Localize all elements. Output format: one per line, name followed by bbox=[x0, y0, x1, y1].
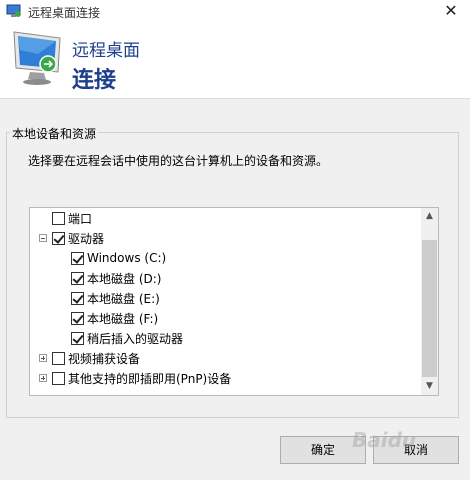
collapse-icon[interactable] bbox=[39, 234, 47, 242]
banner-title-line1: 远程桌面 bbox=[72, 41, 140, 61]
tree-item-label: 视频捕获设备 bbox=[68, 351, 141, 366]
window-title: 远程桌面连接 bbox=[28, 6, 101, 20]
checkbox[interactable] bbox=[71, 331, 84, 345]
tree-item-later-drives[interactable]: 稍后插入的驱动器 bbox=[71, 329, 183, 347]
title-bar: 远程桌面连接 ✕ bbox=[0, 0, 470, 22]
checkbox[interactable] bbox=[52, 371, 65, 385]
device-tree[interactable]: 端口 驱动器 Windows (C:) 本地磁盘 (D:) 本地磁盘 (E:) … bbox=[29, 207, 439, 396]
tree-item-label: 其他支持的即插即用(PnP)设备 bbox=[68, 371, 232, 386]
monitor-icon bbox=[8, 28, 66, 88]
expand-icon[interactable] bbox=[39, 374, 47, 382]
tree-item-label: 驱动器 bbox=[68, 231, 105, 246]
scroll-thumb[interactable] bbox=[422, 240, 437, 377]
tree-item-label: 本地磁盘 (E:) bbox=[87, 291, 160, 306]
tree-item-drives[interactable]: 驱动器 bbox=[39, 229, 104, 247]
banner-title-line2: 连接 bbox=[72, 68, 117, 93]
checkbox[interactable] bbox=[52, 211, 65, 225]
tree-item-drive-e[interactable]: 本地磁盘 (E:) bbox=[71, 289, 160, 307]
tree-item-label: 稍后插入的驱动器 bbox=[87, 331, 184, 346]
header-banner: 远程桌面 连接 bbox=[0, 22, 470, 99]
close-icon[interactable]: ✕ bbox=[442, 2, 460, 20]
checkbox[interactable] bbox=[71, 291, 84, 305]
checkbox[interactable] bbox=[52, 351, 65, 365]
scroll-down-icon[interactable]: ▼ bbox=[421, 378, 438, 395]
group-title: 本地设备和资源 bbox=[10, 125, 99, 142]
checkbox[interactable] bbox=[71, 251, 84, 265]
tree-item-video-capture[interactable]: 视频捕获设备 bbox=[39, 349, 140, 367]
scroll-up-icon[interactable]: ▲ bbox=[421, 208, 438, 225]
expand-icon[interactable] bbox=[39, 354, 47, 362]
tree-item-ports[interactable]: 端口 bbox=[52, 209, 92, 227]
checkbox[interactable] bbox=[71, 311, 84, 325]
tree-item-label: 本地磁盘 (D:) bbox=[87, 271, 162, 286]
tree-item-pnp-devices[interactable]: 其他支持的即插即用(PnP)设备 bbox=[39, 369, 231, 387]
vertical-scrollbar[interactable]: ▲ ▼ bbox=[421, 208, 438, 395]
group-description: 选择要在远程会话中使用的这台计算机上的设备和资源。 bbox=[28, 154, 329, 168]
cancel-button[interactable]: 取消 bbox=[373, 436, 459, 464]
tree-item-label: 本地磁盘 (F:) bbox=[87, 311, 159, 326]
ok-button[interactable]: 确定 bbox=[280, 436, 366, 464]
tree-item-label: 端口 bbox=[68, 211, 93, 226]
tree-item-drive-c[interactable]: Windows (C:) bbox=[71, 249, 166, 267]
checkbox[interactable] bbox=[71, 271, 84, 285]
tree-item-drive-d[interactable]: 本地磁盘 (D:) bbox=[71, 269, 161, 287]
checkbox[interactable] bbox=[52, 231, 65, 245]
tree-item-drive-f[interactable]: 本地磁盘 (F:) bbox=[71, 309, 158, 327]
remote-desktop-icon bbox=[6, 4, 22, 18]
tree-item-label: Windows (C:) bbox=[87, 251, 167, 265]
